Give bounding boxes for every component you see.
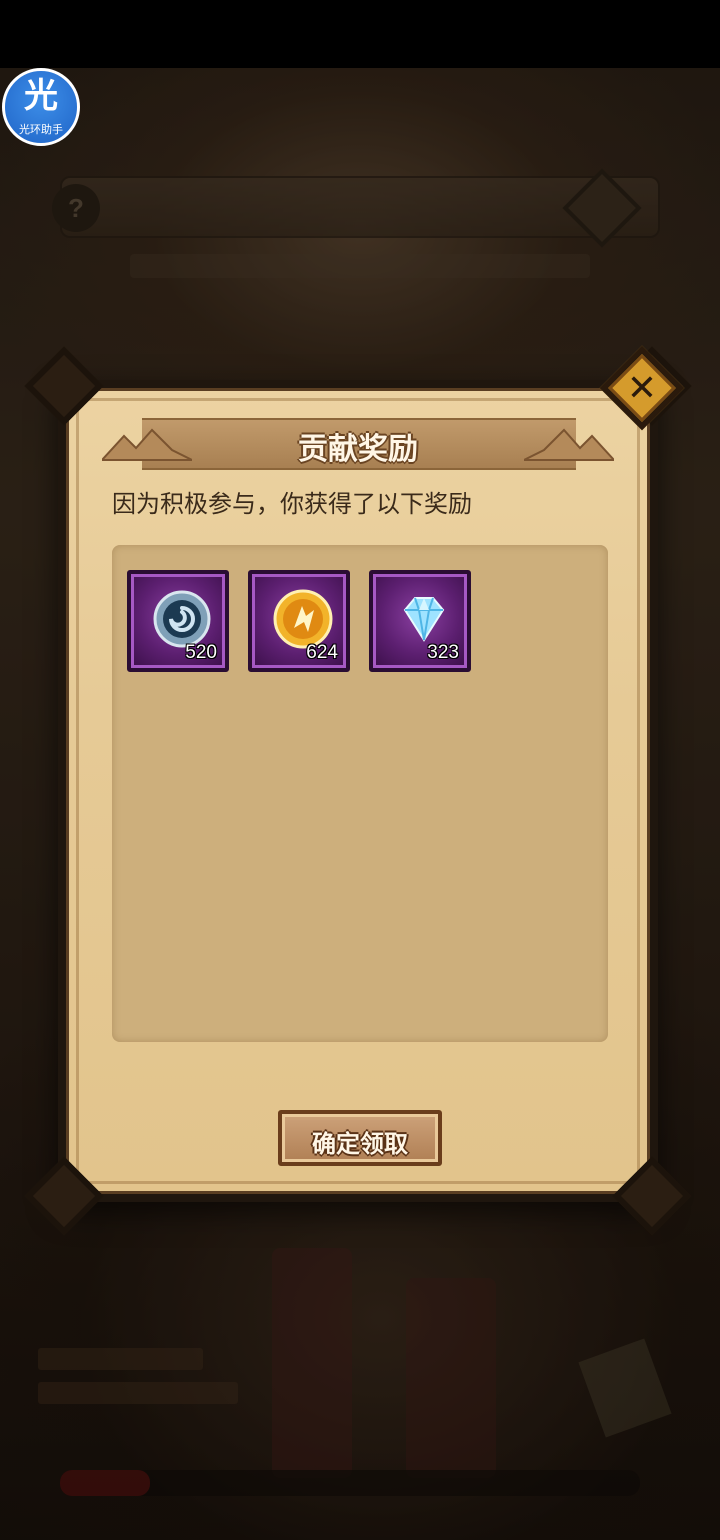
assistant-logo-icon: 光: [24, 76, 58, 116]
reward-count: 520: [185, 642, 217, 663]
reward-item[interactable]: 624: [248, 570, 350, 672]
reward-count: 323: [427, 642, 459, 663]
status-bar: [0, 0, 720, 68]
reward-description: 因为积极参与，你获得了以下奖励: [112, 490, 472, 518]
golden-emblem-icon: [273, 589, 333, 649]
reward-item[interactable]: 323: [369, 570, 471, 672]
confirm-claim-label: 确定领取: [312, 1130, 408, 1158]
diamond-icon: [403, 597, 445, 642]
reward-count: 624: [306, 642, 338, 663]
confirm-claim-button[interactable]: 确定领取: [278, 1110, 442, 1166]
assistant-badge[interactable]: 光 光环助手: [2, 68, 80, 146]
swirl-orb-icon: [153, 590, 211, 648]
assistant-label: 光环助手: [19, 123, 63, 136]
reward-item[interactable]: 520: [127, 570, 229, 672]
close-icon[interactable]: ✕: [612, 360, 672, 420]
dialog-title: 贡献奖励: [298, 432, 418, 467]
